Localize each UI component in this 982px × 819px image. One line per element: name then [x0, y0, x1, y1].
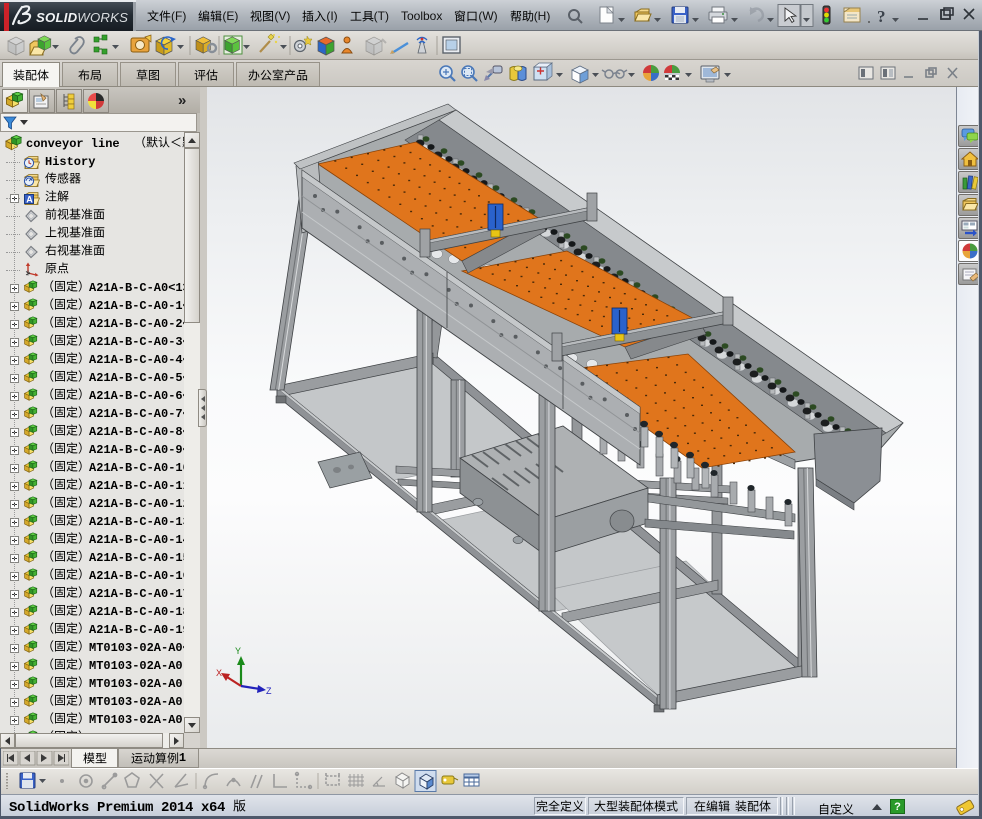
svg-text:A: A [26, 194, 33, 204]
svg-text:X: X [216, 668, 222, 678]
svg-text:SOLIDWORKS: SOLIDWORKS [36, 10, 128, 25]
svg-text:Y: Y [235, 646, 241, 656]
svg-text:Z: Z [266, 686, 272, 696]
svg-text:?: ? [877, 7, 886, 26]
